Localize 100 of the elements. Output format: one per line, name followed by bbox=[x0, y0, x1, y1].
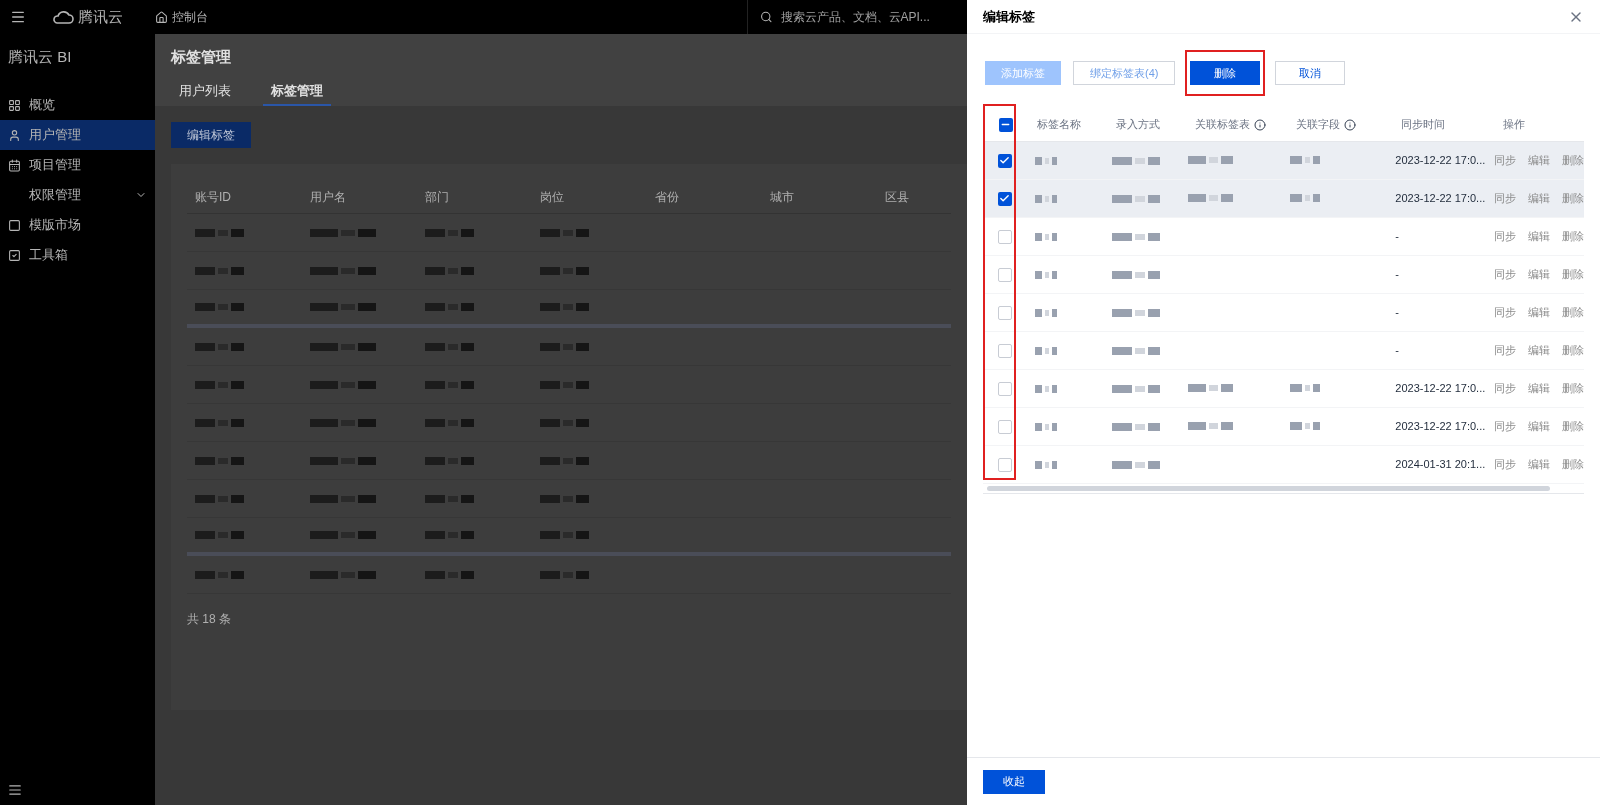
row-action-link[interactable]: 编辑 bbox=[1528, 342, 1550, 359]
checkbox[interactable] bbox=[997, 229, 1012, 244]
row-action-link[interactable]: 同步 bbox=[1494, 228, 1516, 245]
redacted-text bbox=[540, 302, 590, 312]
checkbox[interactable] bbox=[997, 419, 1012, 434]
column-header: 关联字段 bbox=[1296, 117, 1341, 133]
sidebar-item[interactable]: 工具箱 bbox=[0, 240, 155, 270]
row-action-link[interactable]: 删除 bbox=[1562, 190, 1584, 207]
redacted-text bbox=[540, 569, 590, 580]
sync-time: 2023-12-22 17:0... bbox=[1394, 419, 1486, 435]
redacted-text bbox=[1188, 382, 1234, 393]
row-action-link[interactable]: 编辑 bbox=[1528, 456, 1550, 473]
checkbox[interactable] bbox=[997, 381, 1012, 396]
sync-time: - bbox=[1394, 343, 1400, 359]
sidebar-item[interactable]: 用户管理 bbox=[0, 120, 155, 150]
redacted-text bbox=[425, 455, 475, 466]
collapse-sidebar-icon[interactable] bbox=[8, 783, 22, 797]
row-action-link[interactable]: 编辑 bbox=[1528, 190, 1550, 207]
row-action-link[interactable]: 删除 bbox=[1562, 152, 1584, 169]
column-header: 录入方式 bbox=[1115, 117, 1160, 133]
redacted-text bbox=[425, 569, 475, 580]
column-header: 区县 bbox=[884, 188, 910, 206]
row-action-link[interactable]: 删除 bbox=[1562, 228, 1584, 245]
menu-icon[interactable] bbox=[10, 9, 26, 25]
row-action-link[interactable]: 同步 bbox=[1494, 380, 1516, 397]
redacted-text bbox=[425, 379, 475, 390]
column-header: 城市 bbox=[769, 188, 795, 206]
logo-text: 腾讯云 bbox=[78, 6, 123, 27]
redacted-text bbox=[425, 417, 475, 428]
row-action-link[interactable]: 同步 bbox=[1494, 304, 1516, 321]
redacted-text bbox=[425, 265, 475, 276]
row-action-link[interactable]: 同步 bbox=[1494, 266, 1516, 283]
checkbox[interactable] bbox=[998, 117, 1013, 132]
sidebar-item[interactable]: 权限管理 bbox=[0, 180, 155, 210]
redacted-text bbox=[195, 530, 245, 540]
redacted-text bbox=[425, 227, 475, 238]
sidebar-item[interactable]: 模版市场 bbox=[0, 210, 155, 240]
user-icon bbox=[8, 128, 21, 142]
calendar-icon bbox=[8, 158, 21, 172]
collapse-button[interactable]: 收起 bbox=[983, 769, 1045, 794]
redacted-text bbox=[1111, 459, 1162, 470]
total-count: 共 18 条 bbox=[187, 611, 232, 628]
redacted-text bbox=[540, 417, 590, 428]
tab[interactable]: 用户列表 bbox=[171, 80, 239, 106]
row-action-link[interactable]: 删除 bbox=[1562, 456, 1584, 473]
row-action-link[interactable]: 编辑 bbox=[1528, 152, 1550, 169]
sidebar-item[interactable]: 项目管理 bbox=[0, 150, 155, 180]
row-action-link[interactable]: 同步 bbox=[1494, 342, 1516, 359]
checkbox[interactable] bbox=[997, 153, 1012, 168]
square-icon bbox=[8, 218, 21, 232]
sync-time: - bbox=[1394, 305, 1400, 321]
row-action-link[interactable]: 编辑 bbox=[1528, 380, 1550, 397]
redacted-text bbox=[1290, 420, 1321, 431]
checkbox[interactable] bbox=[997, 457, 1012, 472]
row-action-link[interactable]: 编辑 bbox=[1528, 228, 1550, 245]
redacted-text bbox=[540, 379, 590, 390]
row-action-link[interactable]: 同步 bbox=[1494, 152, 1516, 169]
redacted-text bbox=[1111, 383, 1162, 394]
row-action-link[interactable]: 编辑 bbox=[1528, 418, 1550, 435]
row-action-link[interactable]: 删除 bbox=[1562, 342, 1584, 359]
tab[interactable]: 标签管理 bbox=[263, 80, 331, 106]
row-action-link[interactable]: 删除 bbox=[1562, 380, 1584, 397]
column-header: 同步时间 bbox=[1400, 117, 1445, 133]
row-action-link[interactable]: 编辑 bbox=[1528, 266, 1550, 283]
sync-time: 2023-12-22 17:0... bbox=[1394, 153, 1486, 169]
column-header: 操作 bbox=[1502, 117, 1525, 133]
redacted-text bbox=[1188, 192, 1234, 203]
redacted-text bbox=[425, 493, 475, 504]
redacted-text bbox=[195, 227, 245, 238]
redacted-text bbox=[195, 493, 245, 504]
row-action-link[interactable]: 同步 bbox=[1494, 418, 1516, 435]
checkbox[interactable] bbox=[997, 267, 1012, 282]
redacted-text bbox=[1034, 459, 1057, 470]
row-action-link[interactable]: 同步 bbox=[1494, 190, 1516, 207]
check-icon bbox=[999, 193, 1011, 204]
action-button[interactable]: 删除 bbox=[1190, 61, 1261, 85]
sync-time: 2023-12-22 17:0... bbox=[1394, 381, 1486, 397]
app-title: 腾讯云 BI bbox=[7, 46, 73, 67]
row-action-link[interactable]: 删除 bbox=[1562, 418, 1584, 435]
redacted-text bbox=[425, 341, 475, 352]
row-action-link[interactable]: 编辑 bbox=[1528, 304, 1550, 321]
info-icon bbox=[1344, 118, 1357, 131]
sidebar-item[interactable]: 概览 bbox=[0, 90, 155, 120]
redacted-text bbox=[195, 417, 245, 428]
redacted-text bbox=[540, 265, 590, 276]
checkbox[interactable] bbox=[997, 305, 1012, 320]
action-button[interactable]: 取消 bbox=[1275, 61, 1346, 85]
horizontal-scrollbar[interactable] bbox=[987, 486, 1551, 491]
check-icon bbox=[999, 155, 1011, 166]
redacted-text bbox=[540, 341, 590, 352]
search-field[interactable]: 搜索云产品、文档、云API... bbox=[780, 8, 955, 26]
checkbox[interactable] bbox=[997, 343, 1012, 358]
checkbox[interactable] bbox=[997, 191, 1012, 206]
search-icon bbox=[760, 10, 773, 24]
row-action-link[interactable]: 删除 bbox=[1562, 266, 1584, 283]
redacted-text bbox=[540, 493, 590, 504]
row-action-link[interactable]: 同步 bbox=[1494, 456, 1516, 473]
console-link[interactable]: 控制台 bbox=[172, 8, 208, 26]
row-action-link[interactable]: 删除 bbox=[1562, 304, 1584, 321]
edit-tags-button[interactable]: 编辑标签 bbox=[171, 122, 251, 148]
